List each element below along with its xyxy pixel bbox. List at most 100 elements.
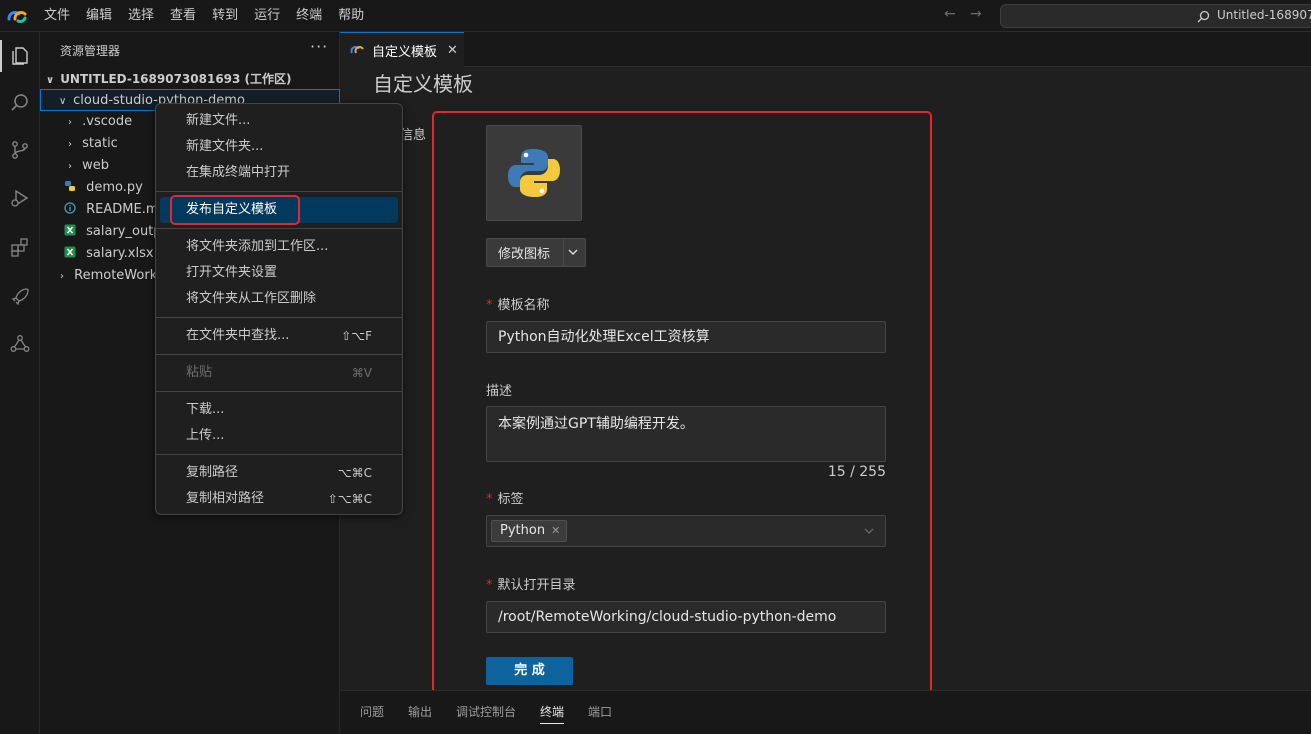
extensions-icon[interactable] [4,231,36,263]
dir-label: * 默认打开目录 [486,574,576,593]
cloud-studio-logo-icon [7,11,27,23]
rocket-icon[interactable] [4,280,36,312]
menu-separator [156,191,402,192]
excel-file-icon [64,246,76,258]
menu-item-label: 在集成终端中打开 [186,165,291,180]
source-control-icon[interactable] [4,134,36,166]
menu-run[interactable]: 运行 [246,0,288,32]
search-icon [1197,10,1210,23]
forward-arrow-icon[interactable]: → [970,6,982,22]
title-bar: 文件 编辑 选择 查看 转到 运行 终端 帮助 ← → Untitled-168… [0,0,1311,32]
excel-file-icon [64,224,76,236]
name-label-text: 模板名称 [497,298,550,313]
tab-debug-console[interactable]: 调试控制台 [456,703,516,720]
info-icon [64,202,76,214]
more-actions-icon[interactable]: ··· [310,37,328,56]
explorer-icon[interactable] [0,40,36,72]
menu-item-copy-relative-path[interactable]: 复制相对路径 ⇧⌥⌘C [160,486,398,512]
menu-item-folder-settings[interactable]: 打开文件夹设置 [160,260,398,286]
tab-custom-template[interactable]: 自定义模板 ✕ [340,32,464,67]
menu-item-open-in-terminal[interactable]: 在集成终端中打开 [160,160,398,186]
tags-select[interactable]: Python ✕ [486,515,886,547]
required-marker: * [486,578,493,593]
chevron-down-icon[interactable] [863,525,875,537]
menu-item-label: 在文件夹中查找... [186,328,290,343]
menu-bar: 文件 编辑 选择 查看 转到 运行 终端 帮助 [36,0,372,32]
done-button[interactable]: 完 成 [486,657,573,685]
tree-item-label: salary.xlsx [86,246,154,261]
chevron-down-icon[interactable] [567,245,579,259]
menu-item-upload[interactable]: 上传... [160,423,398,449]
tab-output[interactable]: 输出 [408,703,432,720]
menu-item-label: 新建文件... [186,113,251,128]
menu-edit[interactable]: 编辑 [78,0,120,32]
template-icon-preview [486,125,582,221]
menu-item-find-in-folder[interactable]: 在文件夹中查找... ⇧⌥F [160,323,398,349]
tab-ports[interactable]: 端口 [588,703,612,720]
chevron-right-icon: › [68,117,72,128]
description-textarea[interactable]: 本案例通过GPT辅助编程开发。 [486,406,886,462]
context-menu: 新建文件... 新建文件夹... 在集成终端中打开 发布自定义模板 将文件夹添加… [155,103,403,515]
menu-item-label: 上传... [186,428,225,443]
menu-separator [156,354,402,355]
menu-item-label: 将文件夹从工作区删除 [186,291,317,306]
close-icon[interactable]: ✕ [447,43,458,58]
desc-label: 描述 [486,384,513,399]
menu-item-label: 粘贴 [186,365,213,380]
menu-separator [156,228,402,229]
shortcut-hint: ⇧⌥⌘C [327,492,372,506]
workspace-header[interactable]: ∨ UNTITLED-1689073081693 (工作区) [40,68,340,90]
menu-file[interactable]: 文件 [36,0,78,32]
template-name-input[interactable]: Python自动化处理Excel工资核算 [486,321,886,353]
menu-item-add-folder-to-workspace[interactable]: 将文件夹添加到工作区... [160,234,398,260]
cloud-studio-tab-icon [350,46,364,54]
tab-problems[interactable]: 问题 [360,703,384,720]
menu-item-label: 打开文件夹设置 [186,265,278,280]
required-marker: * [486,492,493,507]
editor-area: 自定义模板 ✕ 自定义模板 基本信息 修改图标 *模板名称 Python自动化处… [340,32,1311,695]
menu-item-label: 复制相对路径 [186,491,265,506]
chevron-down-icon: ∨ [59,96,67,107]
tree-item-label: demo.py [86,180,143,195]
app-window: 文件 编辑 选择 查看 转到 运行 终端 帮助 ← → Untitled-168… [0,0,1311,734]
change-icon-button[interactable]: 修改图标 [486,238,586,267]
menu-view[interactable]: 查看 [162,0,204,32]
required-marker: * [486,298,493,313]
search-view-icon[interactable] [4,87,36,119]
chevron-right-icon: › [68,161,72,172]
explorer-title: 资源管理器 [60,44,121,58]
tab-terminal[interactable]: 终端 [540,703,565,724]
name-label: * 模板名称 [486,294,550,313]
tree-item-label: static [82,136,118,151]
default-dir-input[interactable]: /root/RemoteWorking/cloud-studio-python-… [486,601,886,633]
tag-remove-icon[interactable]: ✕ [551,524,560,537]
bottom-panel: 问题 输出 调试控制台 终端 端口 [340,690,1311,734]
menu-help[interactable]: 帮助 [330,0,372,32]
tag-label: Python [500,523,546,538]
shortcut-hint: ⌥⌘C [337,466,372,480]
char-counter: 15 / 255 [827,464,886,480]
menu-go[interactable]: 转到 [204,0,246,32]
menu-separator [156,317,402,318]
tags-label-text: 标签 [497,492,524,507]
menu-item-label: 将文件夹添加到工作区... [186,239,329,254]
menu-item-remove-folder[interactable]: 将文件夹从工作区删除 [160,286,398,312]
run-debug-icon[interactable] [4,182,36,214]
menu-item-copy-path[interactable]: 复制路径 ⌥⌘C [160,460,398,486]
menu-item-label: 下载... [186,402,225,417]
tree-item-label: .vscode [82,114,133,129]
activity-bar [0,32,40,734]
menu-item-paste[interactable]: 粘贴 ⌘V [160,360,398,386]
menu-item-download[interactable]: 下载... [160,397,398,423]
menu-terminal[interactable]: 终端 [288,0,330,32]
python-file-icon [65,181,75,191]
menu-item-new-file[interactable]: 新建文件... [160,108,398,134]
menu-item-new-folder[interactable]: 新建文件夹... [160,134,398,160]
tree-item-label: web [82,158,110,173]
command-center[interactable]: Untitled-1689073 [1000,4,1311,28]
share-icon[interactable] [4,328,36,360]
back-arrow-icon[interactable]: ← [944,6,956,22]
tags-label: * 标签 [486,488,524,507]
editor-tabs: 自定义模板 ✕ [340,32,1311,67]
menu-selection[interactable]: 选择 [120,0,162,32]
